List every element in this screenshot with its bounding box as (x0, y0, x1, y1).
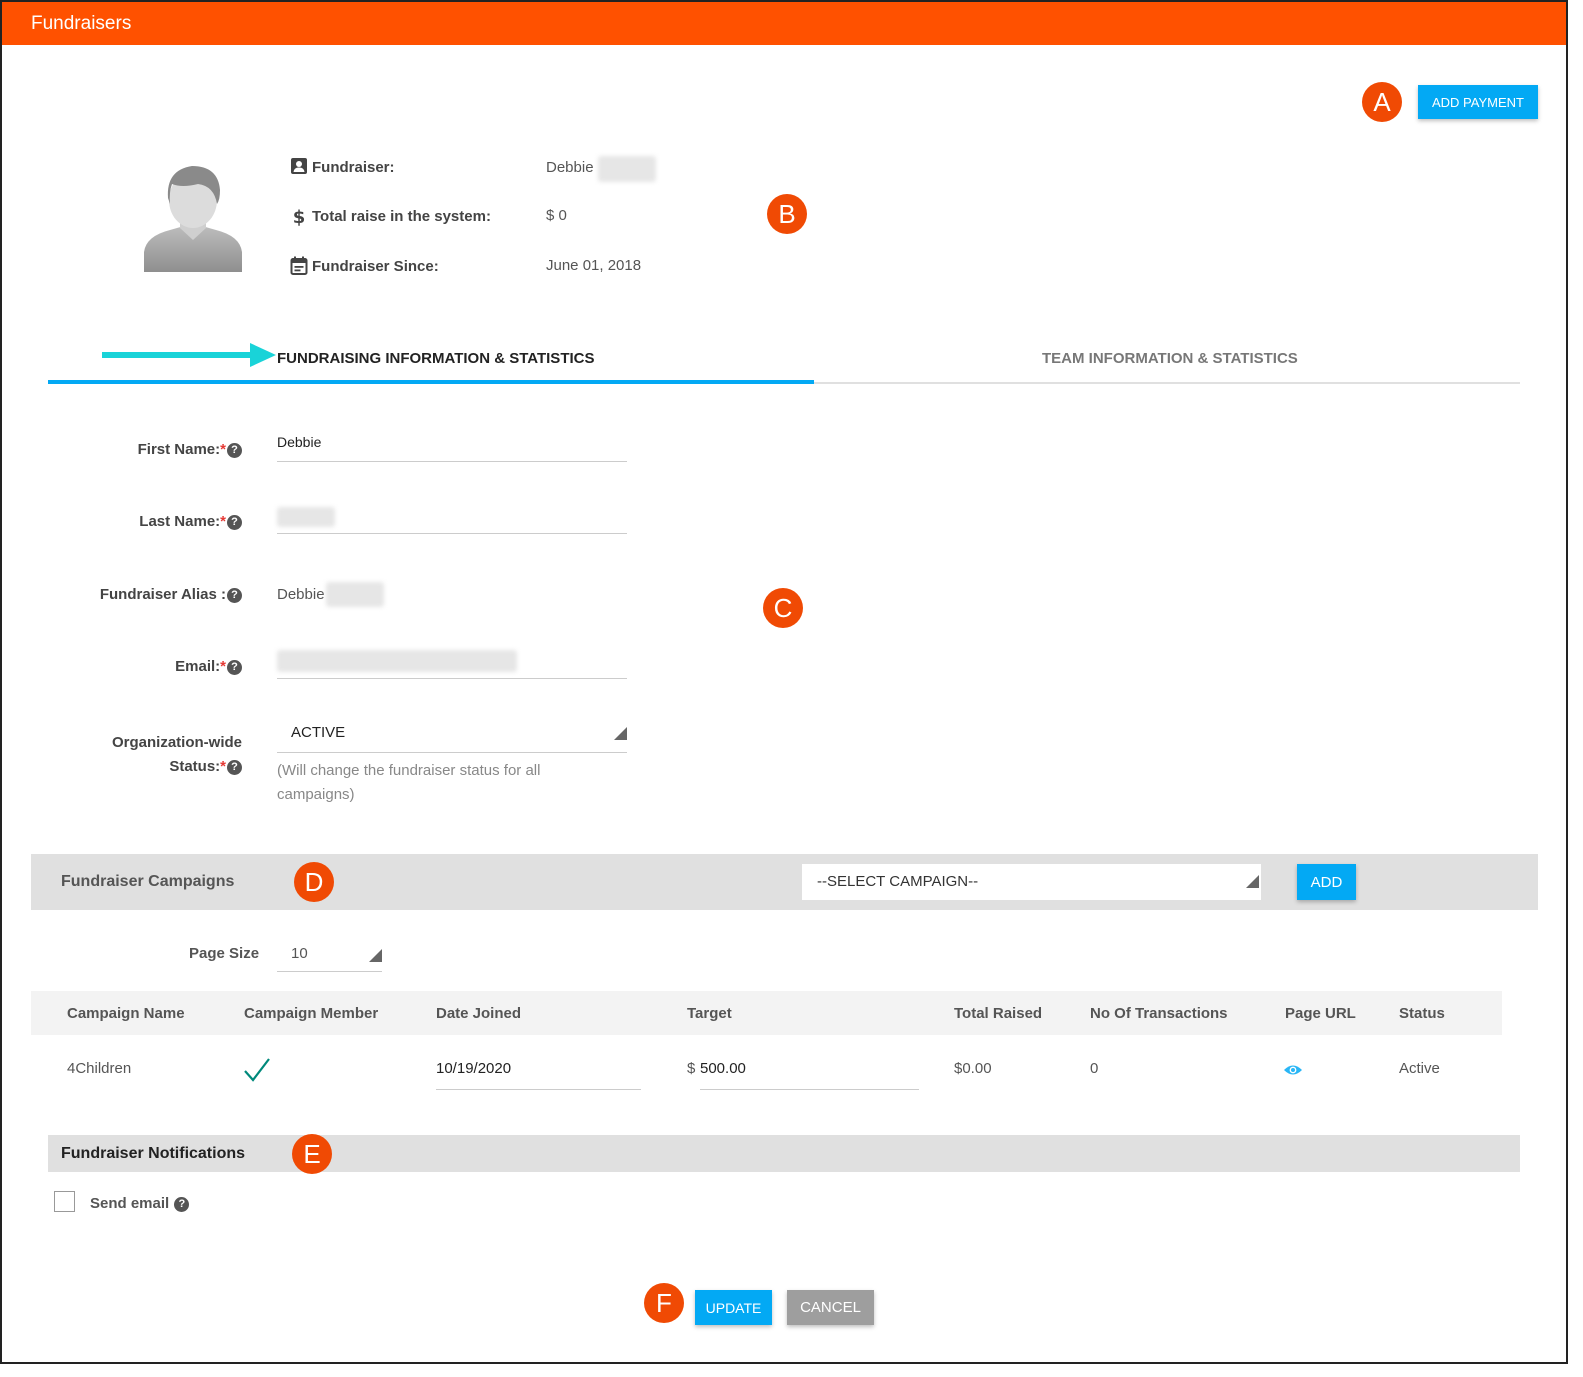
table-header: Campaign Name Campaign Member Date Joine… (31, 991, 1502, 1035)
status-label: Organization-wide Status:*? (111, 734, 242, 775)
fundraiser-value: Debbie (546, 159, 594, 176)
notifications-section-title: Fundraiser Notifications (61, 1145, 246, 1162)
alias-value: Debbie (277, 586, 325, 603)
target-underline (700, 1089, 919, 1090)
status-select[interactable]: ACTIVE (277, 716, 627, 752)
col-campaign-member: Campaign Member (244, 1005, 379, 1022)
send-email-label: Send email ? (90, 1195, 190, 1212)
help-icon[interactable]: ? (227, 660, 242, 675)
col-campaign-name: Campaign Name (67, 1005, 185, 1022)
table-row: 4Children ✓ 10/19/2020 $ 500.00 $0.00 0 … (31, 1039, 1502, 1099)
notifications-section-bar: Fundraiser Notifications (48, 1135, 1520, 1172)
last-name-label: Last Name:*? (62, 513, 242, 530)
col-total-raised: Total Raised (954, 1005, 1043, 1022)
first-name-value: Debbie (277, 434, 322, 450)
fundraiser-since-value: June 01, 2018 (546, 257, 642, 274)
add-payment-button[interactable]: ADD PAYMENT (1418, 85, 1538, 119)
col-status: Status (1399, 1005, 1445, 1022)
email-input[interactable] (277, 644, 627, 679)
select-campaign-dropdown[interactable]: --SELECT CAMPAIGN-- (802, 864, 1261, 900)
dropdown-arrow-icon (1246, 875, 1259, 888)
page-size-select[interactable]: 10 (277, 936, 382, 972)
callout-d: D (294, 862, 334, 902)
col-page-url: Page URL (1285, 1005, 1356, 1022)
tab-team-information[interactable]: TEAM INFORMATION & STATISTICS (814, 342, 1520, 384)
date-joined-underline (436, 1089, 641, 1090)
callout-f: F (644, 1283, 684, 1323)
date-joined-input[interactable]: 10/19/2020 (436, 1049, 641, 1089)
last-name-underline (277, 533, 627, 534)
first-name-underline (277, 461, 627, 462)
avatar (144, 166, 242, 272)
redacted-alias (326, 582, 384, 607)
tab-fundraising-information[interactable]: FUNDRAISING INFORMATION & STATISTICS (48, 342, 814, 384)
total-raise-label: Total raise in the system: (312, 208, 491, 225)
calendar-icon (290, 256, 308, 275)
fundraiser-label: Fundraiser: (312, 159, 395, 176)
help-icon[interactable]: ? (174, 1197, 190, 1212)
status-hint: (Will change the fundraiser status for a… (277, 762, 541, 803)
page-size-value: 10 (291, 945, 308, 962)
dropdown-arrow-icon (369, 949, 382, 962)
cell-target-value: 500.00 (700, 1060, 746, 1077)
send-email-checkbox[interactable] (54, 1191, 75, 1212)
checkmark-icon (244, 1058, 270, 1082)
title-bar: Fundraisers (2, 2, 1566, 45)
svg-text:$: $ (293, 207, 306, 226)
help-icon[interactable]: ? (227, 760, 242, 775)
redacted-last-name (277, 507, 335, 527)
email-label: Email:*? (62, 658, 242, 675)
col-date-joined: Date Joined (436, 1005, 522, 1022)
add-campaign-button[interactable]: ADD (1297, 864, 1356, 900)
app-title: Fundraisers (31, 13, 132, 34)
col-target: Target (687, 1005, 732, 1022)
cell-status: Active (1399, 1060, 1440, 1077)
last-name-input[interactable] (277, 499, 627, 534)
fundraiser-since-label: Fundraiser Since: (312, 258, 439, 275)
tab-fundraising-label: FUNDRAISING INFORMATION & STATISTICS (277, 350, 595, 367)
page-size-underline (277, 971, 382, 972)
redacted-fundraiser-lastname (598, 156, 656, 182)
callout-c: C (763, 588, 803, 628)
tab-active-indicator (48, 380, 814, 384)
cell-campaign-name: 4Children (67, 1060, 132, 1077)
dollar-icon: $ (293, 207, 306, 226)
dropdown-arrow-icon (614, 727, 627, 740)
tab-divider (814, 382, 1520, 384)
cell-transactions: 0 (1090, 1060, 1099, 1077)
cell-date-joined: 10/19/2020 (436, 1060, 512, 1077)
campaigns-section-title: Fundraiser Campaigns (61, 873, 235, 890)
app-window: Fundraisers A ADD PAYMENT Fundraiser: De… (0, 0, 1568, 1364)
eye-icon[interactable] (1283, 1063, 1303, 1077)
tab-team-label: TEAM INFORMATION & STATISTICS (1042, 350, 1298, 367)
cancel-button[interactable]: CANCEL (787, 1290, 874, 1325)
total-raise-value: $ 0 (546, 207, 567, 224)
first-name-label: First Name:*? (62, 441, 242, 458)
status-underline (277, 752, 627, 753)
first-name-input[interactable]: Debbie (277, 427, 627, 462)
cell-total-raised: $0.00 (954, 1060, 992, 1077)
help-icon[interactable]: ? (227, 588, 242, 603)
email-underline (277, 678, 627, 679)
callout-b: B (767, 194, 807, 234)
target-input[interactable]: 500.00 (700, 1049, 919, 1089)
alias-label: Fundraiser Alias :? (62, 586, 242, 603)
update-button[interactable]: UPDATE (695, 1290, 772, 1325)
callout-a: A (1362, 82, 1402, 122)
help-icon[interactable]: ? (227, 443, 242, 458)
contact-card-icon (291, 158, 307, 174)
cell-target-currency: $ (687, 1060, 696, 1077)
page-size-label: Page Size (189, 945, 260, 962)
status-select-value: ACTIVE (291, 724, 346, 741)
select-campaign-placeholder: --SELECT CAMPAIGN-- (817, 873, 979, 890)
col-no-of-transactions: No Of Transactions (1090, 1005, 1228, 1022)
help-icon[interactable]: ? (227, 515, 242, 530)
redacted-email (277, 650, 517, 672)
callout-e: E (292, 1134, 332, 1174)
